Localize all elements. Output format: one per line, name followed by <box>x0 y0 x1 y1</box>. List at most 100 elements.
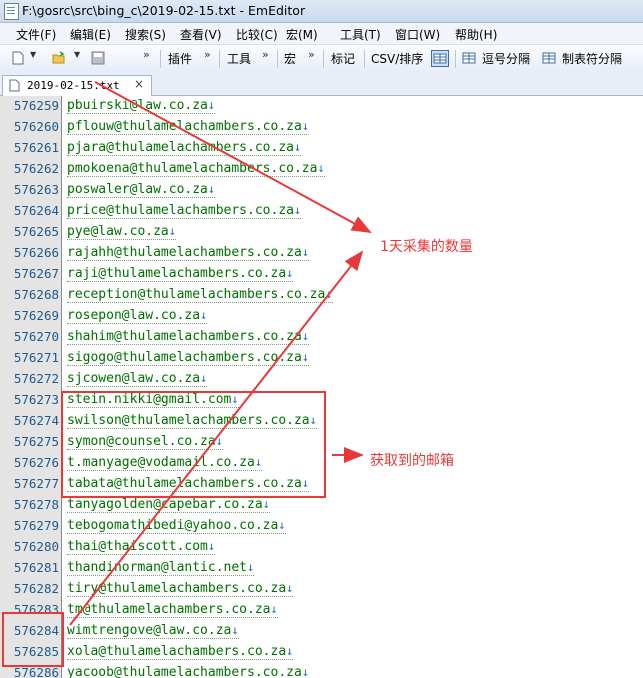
line-break-mark: ↓ <box>200 371 208 385</box>
editor-line[interactable]: 576259 pbuirski@law.co.za↓ <box>0 96 643 117</box>
document-icon <box>9 79 20 92</box>
line-number: 576268 <box>13 287 59 302</box>
marks-button[interactable]: 标记 <box>331 50 355 67</box>
menu-edit[interactable]: 编辑(E) <box>70 26 111 43</box>
tab-separated-icon[interactable] <box>542 51 556 65</box>
line-number: 576266 <box>13 245 59 260</box>
line-break-mark: ↓ <box>325 287 333 301</box>
open-folder-icon[interactable] <box>52 51 66 65</box>
menu-file[interactable]: 文件(F) <box>16 26 56 43</box>
editor-line[interactable]: 576281 thandinorman@lantic.net↓ <box>0 558 643 579</box>
editor-line[interactable]: 576270 shahim@thulamelachambers.co.za↓ <box>0 327 643 348</box>
email-address: tanyagolden@capebar.co.za <box>67 497 263 512</box>
new-file-icon[interactable] <box>11 51 25 65</box>
line-number: 576280 <box>13 539 59 554</box>
email-address: rajahh@thulamelachambers.co.za <box>67 245 302 260</box>
csv-grid-icon[interactable] <box>431 50 449 67</box>
editor-line[interactable]: 576278 tanyagolden@capebar.co.za↓ <box>0 495 643 516</box>
chevron-down-icon[interactable]: ▼ <box>30 50 36 59</box>
email-address: tm@thulamelachambers.co.za <box>67 602 271 617</box>
editor-line[interactable]: 576279 tebogomathibedi@yahoo.co.za↓ <box>0 516 643 537</box>
document-tab-bar: 2019-02-15.txt × <box>0 73 643 96</box>
editor-line[interactable]: 576260 pflouw@thulamelachambers.co.za↓ <box>0 117 643 138</box>
menu-help[interactable]: 帮助(H) <box>455 26 497 43</box>
line-break-mark: ↓ <box>200 308 208 322</box>
editor-line[interactable]: 576268 reception@thulamelachambers.co.za↓ <box>0 285 643 306</box>
comma-separated-icon[interactable] <box>462 51 476 65</box>
menu-search[interactable]: 搜索(S) <box>125 26 166 43</box>
email-line-text: raji@thulamelachambers.co.za↓ <box>67 266 294 282</box>
csv-sort-button[interactable]: CSV/排序 <box>371 50 423 67</box>
plugins-button[interactable]: 插件 <box>168 50 192 67</box>
email-address: yacoob@thulamelachambers.co.za <box>67 665 302 678</box>
toolbar-overflow-icon[interactable]: » <box>143 48 150 61</box>
email-address: xola@thulamelachambers.co.za <box>67 644 287 659</box>
email-line-text: pflouw@thulamelachambers.co.za↓ <box>67 119 310 135</box>
macros-button[interactable]: 宏 <box>284 50 296 67</box>
editor-line[interactable]: 576280 thai@thaiscott.com↓ <box>0 537 643 558</box>
email-line-text: poswaler@law.co.za↓ <box>67 182 216 198</box>
document-tab[interactable]: 2019-02-15.txt × <box>2 75 152 96</box>
text-editor[interactable]: 576259 pbuirski@law.co.za↓ 576260 pflouw@th… <box>0 96 643 678</box>
editor-line[interactable]: 576283 tm@thulamelachambers.co.za↓ <box>0 600 643 621</box>
editor-line[interactable]: 576262 pmokoena@thulamelachambers.co.za↓ <box>0 159 643 180</box>
toolbar-overflow-icon[interactable]: » <box>262 48 269 61</box>
line-number: 576260 <box>13 119 59 134</box>
chevron-down-icon[interactable]: ▼ <box>74 50 80 59</box>
highlight-box-line-numbers <box>2 612 64 667</box>
editor-line[interactable]: 576267 raji@thulamelachambers.co.za↓ <box>0 264 643 285</box>
toolbar-overflow-icon[interactable]: » <box>308 48 315 61</box>
line-break-mark: ↓ <box>301 665 310 678</box>
email-line-text: price@thulamelachambers.co.za↓ <box>67 203 302 219</box>
email-address: shahim@thulamelachambers.co.za <box>67 329 302 344</box>
menu-tools[interactable]: 工具(T) <box>340 26 381 43</box>
line-break-mark: ↓ <box>247 560 255 574</box>
email-line-text: rajahh@thulamelachambers.co.za↓ <box>67 245 310 261</box>
editor-line[interactable]: 576286 yacoob@thulamelachambers.co.za↓ <box>0 663 643 678</box>
email-line-text: shahim@thulamelachambers.co.za↓ <box>67 329 310 345</box>
editor-line[interactable]: 576271 sigogo@thulamelachambers.co.za↓ <box>0 348 643 369</box>
editor-line[interactable]: 576284 wimtrengove@law.co.za↓ <box>0 621 643 642</box>
editor-line[interactable]: 576282 tiry@thulamelachambers.co.za↓ <box>0 579 643 600</box>
email-line-text: thandinorman@lantic.net↓ <box>67 560 255 576</box>
toolbar: ▼ ▼ » 插件 » 工具 » 宏 » 标记 CSV/排序 逗号分隔 制表符分隔 <box>0 44 643 74</box>
line-number: 576267 <box>13 266 59 281</box>
line-number: 576259 <box>13 98 59 113</box>
email-address: pye@law.co.za <box>67 224 169 239</box>
editor-line[interactable]: 576265 pye@law.co.za↓ <box>0 222 643 243</box>
line-number: 576275 <box>13 434 59 449</box>
comma-separated-button[interactable]: 逗号分隔 <box>482 50 530 67</box>
tools-button[interactable]: 工具 <box>227 50 251 67</box>
editor-line[interactable]: 576285 xola@thulamelachambers.co.za↓ <box>0 642 643 663</box>
line-break-mark: ↓ <box>317 161 325 175</box>
editor-line[interactable]: 576263 poswaler@law.co.za↓ <box>0 180 643 201</box>
annotation-emails-found: 获取到的邮箱 <box>370 453 454 469</box>
line-break-mark: ↓ <box>231 623 239 637</box>
line-break-mark: ↓ <box>286 581 294 595</box>
line-number: 576276 <box>13 455 59 470</box>
menu-view[interactable]: 查看(V) <box>180 26 222 43</box>
toolbar-overflow-icon[interactable]: » <box>204 48 211 61</box>
editor-line[interactable]: 576266 rajahh@thulamelachambers.co.za↓ <box>0 243 643 264</box>
email-line-text: pjara@thulamelachambers.co.za↓ <box>67 140 302 156</box>
editor-line[interactable]: 576269 rosepon@law.co.za↓ <box>0 306 643 327</box>
editor-line[interactable]: 576264 price@thulamelachambers.co.za↓ <box>0 201 643 222</box>
editor-line[interactable]: 576272 sjcowen@law.co.za↓ <box>0 369 643 390</box>
tab-separated-button[interactable]: 制表符分隔 <box>562 50 622 67</box>
line-break-mark: ↓ <box>286 644 294 658</box>
menu-window[interactable]: 窗口(W) <box>395 26 440 43</box>
email-line-text: pmokoena@thulamelachambers.co.za↓ <box>67 161 325 177</box>
email-line-text: wimtrengove@law.co.za↓ <box>67 623 239 639</box>
email-line-text: sjcowen@law.co.za↓ <box>67 371 208 387</box>
email-address: rosepon@law.co.za <box>67 308 201 323</box>
line-number: 576263 <box>13 182 59 197</box>
document-tab-label: 2019-02-15.txt <box>27 79 120 92</box>
menu-macros[interactable]: 宏(M) <box>286 26 318 43</box>
close-icon[interactable]: × <box>134 77 144 91</box>
line-break-mark: ↓ <box>262 497 270 511</box>
menu-compare[interactable]: 比较(C) <box>236 26 278 43</box>
line-number: 576272 <box>13 371 59 386</box>
email-address: raji@thulamelachambers.co.za <box>67 266 287 281</box>
editor-line[interactable]: 576261 pjara@thulamelachambers.co.za↓ <box>0 138 643 159</box>
save-icon[interactable] <box>91 51 105 65</box>
